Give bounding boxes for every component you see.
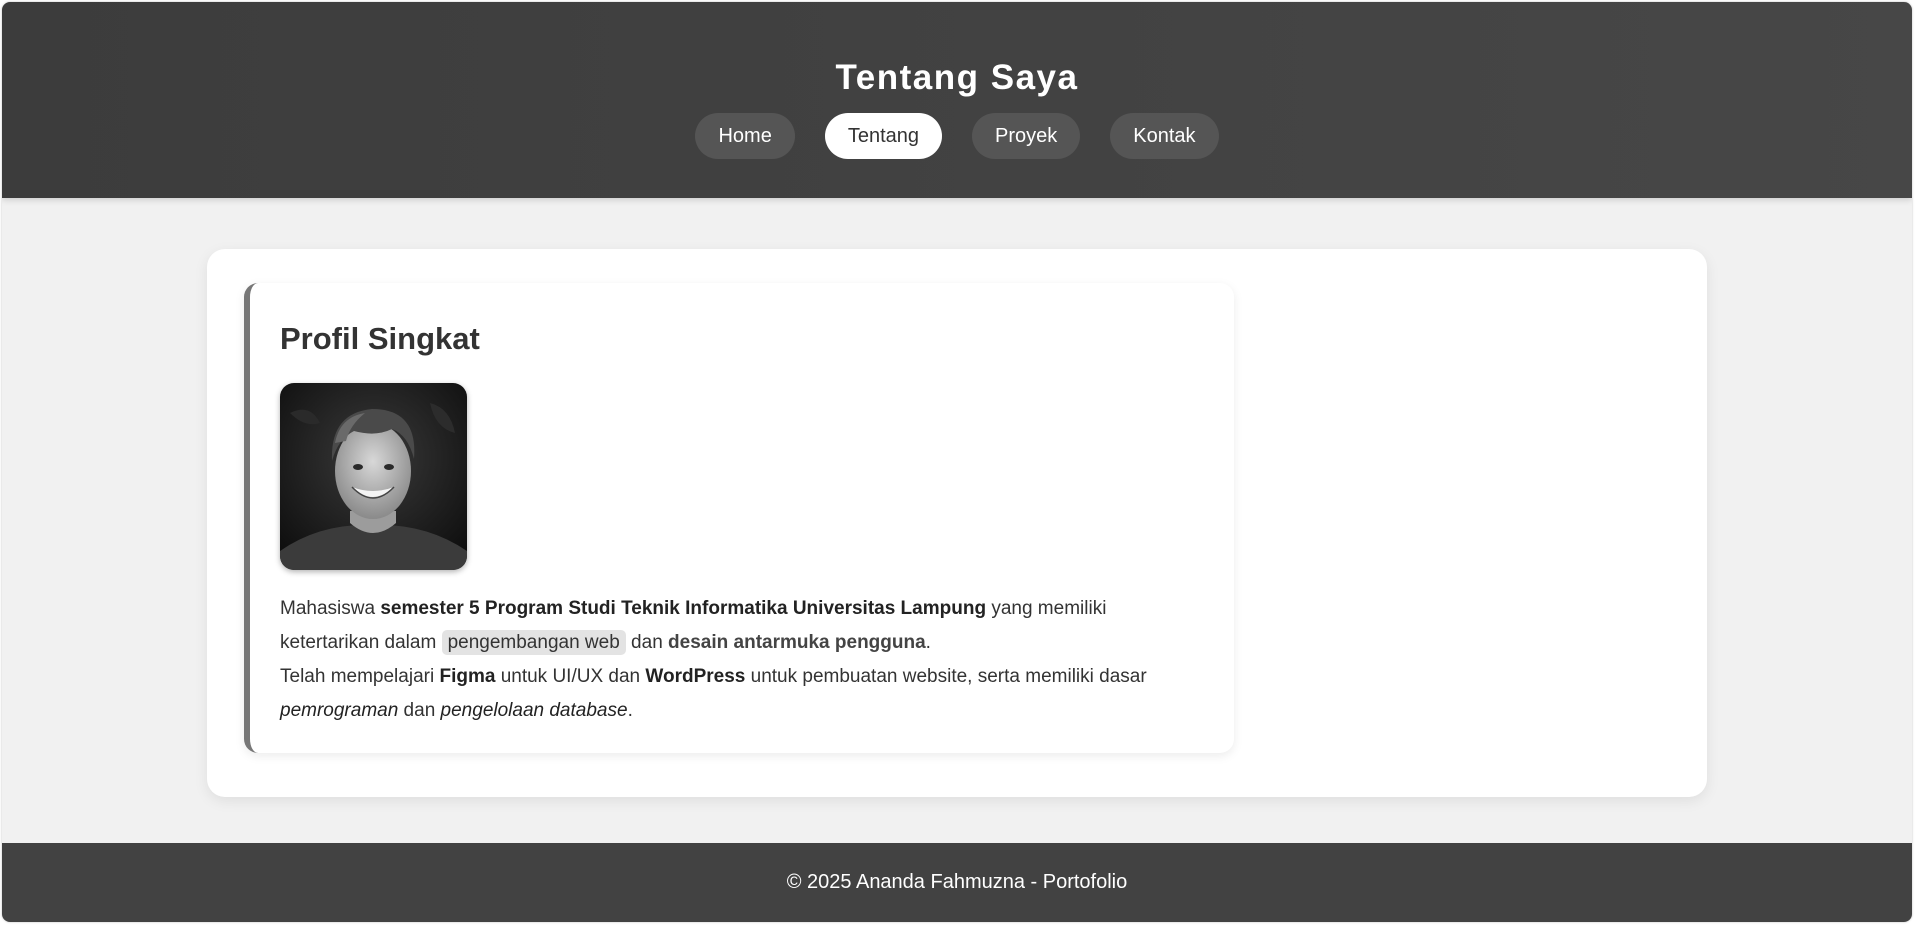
main-content: Profil Singkat Mahasiswa semester 5 Prog…	[2, 198, 1912, 848]
profile-title: Profil Singkat	[280, 321, 480, 356]
bio-text: dan	[398, 700, 441, 721]
bio-emphasis: Figma	[439, 666, 496, 687]
main-nav: Home Tentang Proyek Kontak	[2, 113, 1912, 159]
nav-link-tentang[interactable]: Tentang	[824, 113, 942, 159]
bio-italic: pengelolaan database	[440, 700, 628, 721]
nav-link-proyek[interactable]: Proyek	[972, 113, 1081, 159]
bio-text: .	[627, 700, 633, 721]
bio-text: Telah mempelajari	[280, 666, 440, 687]
bio-text: .	[925, 632, 931, 653]
site-header: Tentang Saya Home Tentang Proyek Kontak	[2, 2, 1912, 198]
bio-text: Mahasiswa	[280, 598, 381, 619]
profile-photo	[280, 383, 467, 570]
site-footer: © 2025 Ananda Fahmuzna - Portofolio	[2, 843, 1912, 922]
bio-emphasis: desain antarmuka pengguna	[668, 632, 926, 653]
bio-text: dan	[625, 632, 669, 653]
bio-emphasis: semester 5 Program Studi Teknik Informat…	[380, 598, 987, 619]
page-frame: Tentang Saya Home Tentang Proyek Kontak …	[2, 2, 1912, 922]
page-title: Tentang Saya	[835, 58, 1079, 97]
content-card: Profil Singkat Mahasiswa semester 5 Prog…	[207, 249, 1707, 797]
nav-link-home[interactable]: Home	[695, 113, 795, 159]
footer-text: © 2025 Ananda Fahmuzna - Portofolio	[786, 871, 1128, 893]
profile-card: Profil Singkat Mahasiswa semester 5 Prog…	[244, 283, 1234, 753]
bio-text: untuk UI/UX dan	[495, 666, 646, 687]
bio-emphasis: WordPress	[645, 666, 746, 687]
bio-text: untuk pembuatan website, serta memiliki …	[745, 666, 1147, 687]
bio-italic: pemrograman	[280, 700, 399, 721]
nav-link-kontak[interactable]: Kontak	[1110, 113, 1219, 159]
profile-bio: Mahasiswa semester 5 Program Studi Tekni…	[280, 592, 1210, 728]
highlight-tag: pengembangan web	[441, 630, 626, 655]
